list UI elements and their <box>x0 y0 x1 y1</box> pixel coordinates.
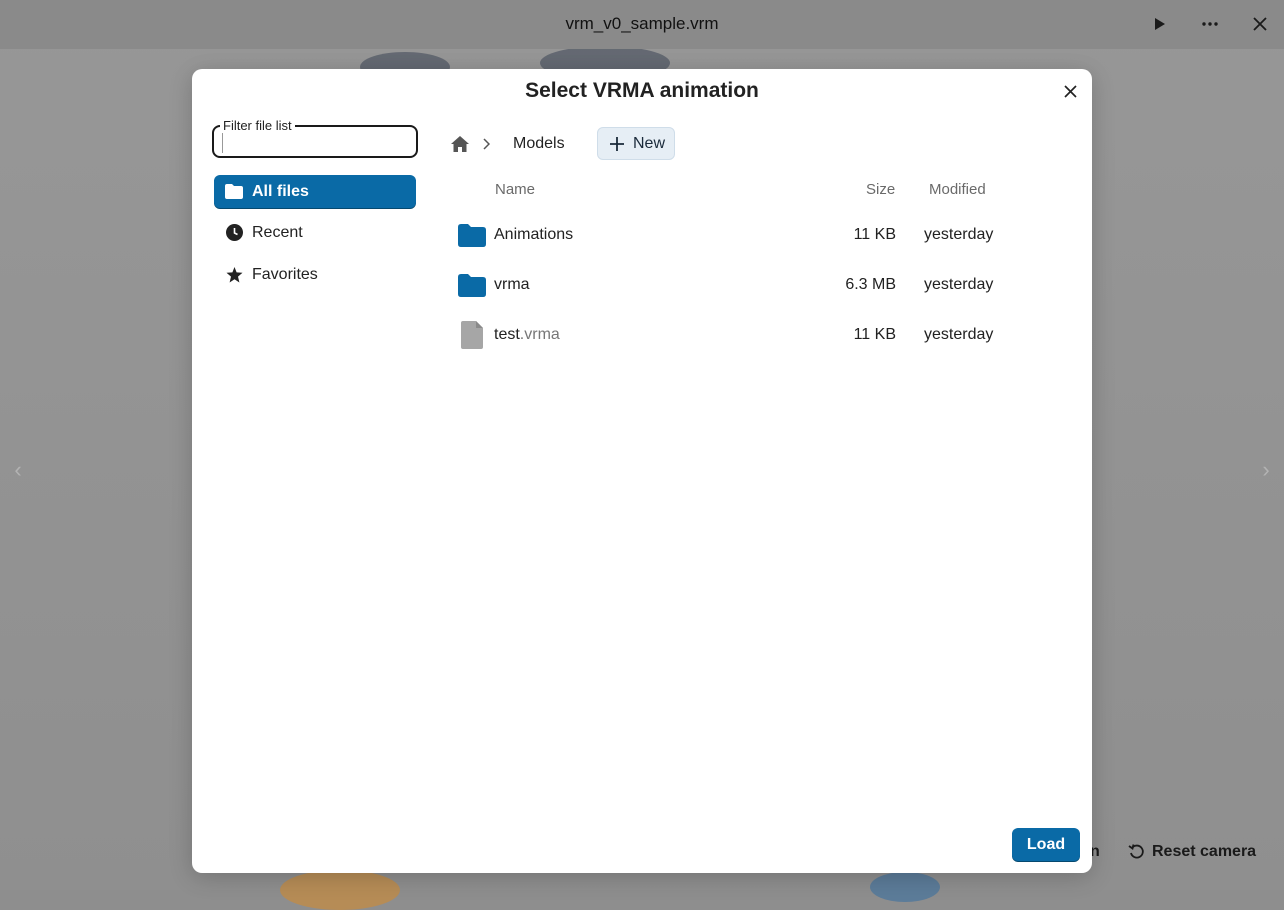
new-button-label: New <box>633 134 666 152</box>
load-button[interactable]: Load <box>1012 828 1080 861</box>
chevron-right-icon <box>479 135 493 153</box>
file-icon <box>458 321 486 349</box>
star-icon <box>225 266 243 284</box>
nav-item-label: Favorites <box>252 265 318 283</box>
column-header-size[interactable]: Size <box>866 181 895 198</box>
filter-input[interactable] <box>222 133 413 153</box>
plus-icon <box>609 136 625 152</box>
file-name: test.vrma <box>494 326 560 343</box>
folder-icon <box>458 222 486 248</box>
dialog-title: Select VRMA animation <box>525 79 759 102</box>
previous-arrow-icon[interactable]: ‹ <box>6 455 30 485</box>
file-name: Animations <box>494 226 574 243</box>
file-picker-dialog: Select VRMA animation Filter file list A… <box>192 69 1092 873</box>
model-foot <box>870 872 940 902</box>
reset-camera-label: Reset camera <box>1152 843 1257 860</box>
clock-icon <box>225 224 243 242</box>
filter-label: Filter file list <box>220 118 295 133</box>
breadcrumb-current[interactable]: Models <box>513 135 565 153</box>
nav-item-favorites[interactable]: Favorites <box>214 258 416 291</box>
file-size: 11 KB <box>853 326 896 343</box>
column-header-name[interactable]: Name <box>495 181 535 198</box>
nav-item-label: All files <box>252 182 309 200</box>
filter-field[interactable]: Filter file list <box>212 118 418 158</box>
file-modified: yesterday <box>924 226 994 243</box>
home-icon[interactable] <box>449 133 471 155</box>
file-size: 11 KB <box>853 226 896 243</box>
file-size: 6.3 MB <box>845 276 896 293</box>
viewer-top-bar: vrm_v0_sample.vrm <box>0 0 1284 49</box>
file-modified: yesterday <box>924 326 994 343</box>
reset-camera-button[interactable]: Reset camera <box>1128 836 1256 868</box>
play-icon[interactable] <box>1148 12 1172 36</box>
file-name: vrma <box>494 276 530 293</box>
new-button[interactable]: New <box>597 127 675 160</box>
next-arrow-icon[interactable]: › <box>1254 455 1278 485</box>
reset-icon <box>1128 843 1146 861</box>
dialog-close-icon[interactable] <box>1058 79 1082 103</box>
file-row-vrma[interactable]: vrma 6.3 MB yesterday <box>448 260 1008 308</box>
window-title: vrm_v0_sample.vrm <box>565 14 719 33</box>
close-icon[interactable] <box>1248 12 1272 36</box>
file-row-test-vrma[interactable]: test.vrma 11 KB yesterday <box>448 310 1008 358</box>
nav-item-all-files[interactable]: All files <box>214 175 416 208</box>
column-header-modified[interactable]: Modified <box>929 181 986 198</box>
file-row-animations[interactable]: Animations 11 KB yesterday <box>448 210 1008 258</box>
folder-icon <box>225 183 243 201</box>
folder-icon <box>458 272 486 298</box>
nav-item-recent[interactable]: Recent <box>214 216 416 249</box>
model-hand <box>280 870 400 910</box>
more-icon[interactable] <box>1198 12 1222 36</box>
file-modified: yesterday <box>924 276 994 293</box>
nav-item-label: Recent <box>252 223 303 241</box>
